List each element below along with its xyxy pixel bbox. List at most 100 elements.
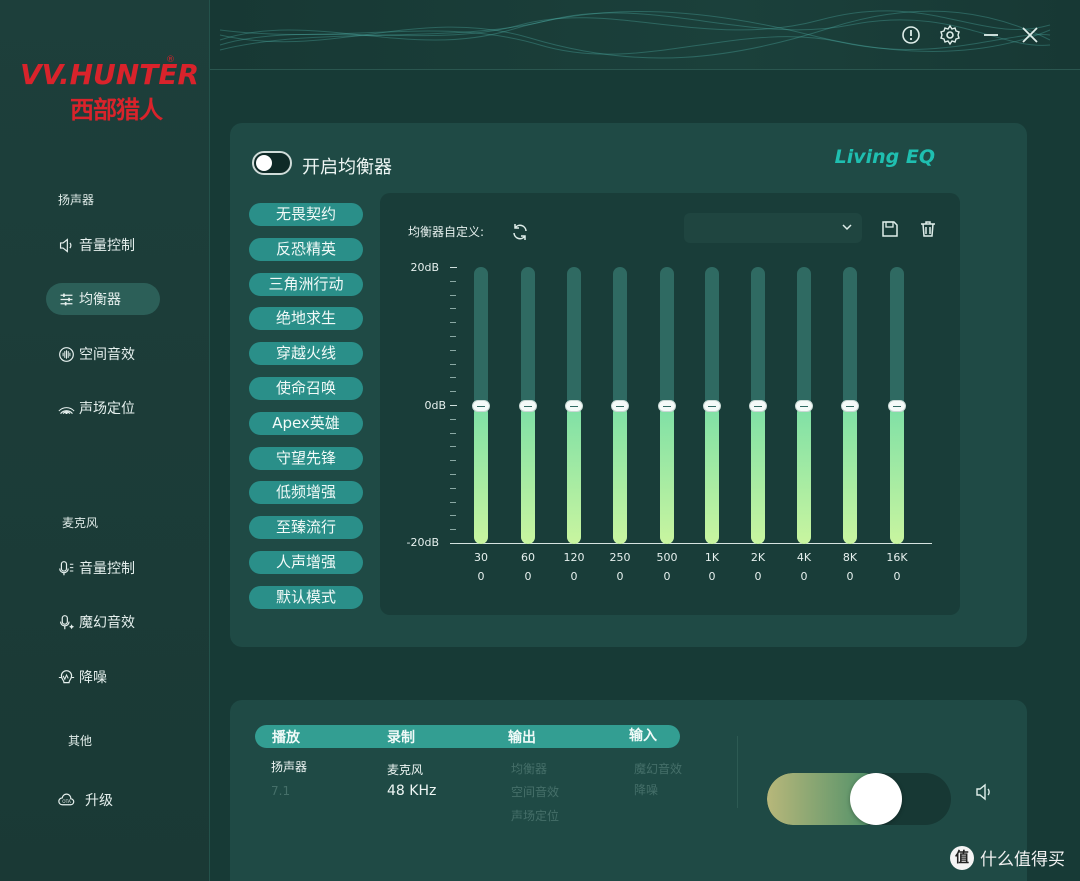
eq-band-knob[interactable] (703, 399, 721, 412)
preset-button[interactable]: 绝地求生 (249, 307, 363, 331)
sidebar: VV.HUNTER ® 西部猎人 扬声器 音量控制 均衡器 空间音效 声场定位 … (0, 0, 210, 881)
db-major-tick (450, 543, 457, 544)
eq-band-fill (843, 405, 857, 544)
eq-band-fill (797, 405, 811, 544)
eq-band-slider[interactable] (519, 267, 537, 544)
eq-band-frequency: 8K (842, 551, 858, 564)
title-bar (210, 0, 1080, 70)
minimize-icon[interactable] (980, 24, 1002, 46)
db-max-label: 20dB (410, 261, 439, 274)
close-icon[interactable] (1019, 24, 1041, 46)
db-minor-tick (450, 460, 456, 462)
equalizer-enable-toggle[interactable] (252, 151, 292, 175)
sidebar-item-label: 升级 (85, 793, 113, 809)
custom-preset-select[interactable] (684, 213, 862, 243)
trash-icon[interactable] (918, 219, 938, 239)
sidebar-item-upgrade[interactable]: OTA 升级 (46, 784, 160, 816)
eq-band-slider[interactable] (611, 267, 629, 544)
eq-band-knob[interactable] (888, 399, 906, 412)
eq-band-slider[interactable] (888, 267, 906, 544)
volume-knob[interactable] (849, 773, 902, 825)
db-minor-tick (450, 363, 456, 365)
eq-band-knob[interactable] (519, 399, 537, 412)
preset-button[interactable]: 低频增强 (249, 481, 363, 505)
preset-button[interactable]: 三角洲行动 (249, 272, 363, 296)
eq-band-fill (521, 405, 535, 544)
eq-band-slider[interactable] (658, 267, 676, 544)
sidebar-item-sound-field[interactable]: 声场定位 (46, 392, 160, 424)
preset-button[interactable]: 穿越火线 (249, 342, 363, 366)
preset-button[interactable]: Apex英雄 (249, 411, 363, 435)
preset-button[interactable]: 守望先锋 (249, 446, 363, 470)
eq-band-slider[interactable] (841, 267, 859, 544)
spatial-audio-icon (59, 346, 74, 362)
db-minor-tick (450, 487, 456, 489)
cloud-upgrade-icon: OTA (58, 793, 75, 805)
eq-band-slider[interactable] (565, 267, 583, 544)
status-tabs: 播放 录制 输出 输入 (255, 725, 680, 748)
sidebar-item-label: 音量控制 (79, 238, 135, 254)
eq-band-gain: 0 (477, 570, 485, 583)
eq-band-slider[interactable] (749, 267, 767, 544)
eq-band-slider[interactable] (472, 267, 490, 544)
eq-band-knob[interactable] (658, 399, 676, 412)
db-minor-tick (450, 501, 456, 503)
eq-band-slider[interactable] (703, 267, 721, 544)
eq-band-frequency: 30 (474, 551, 488, 564)
eq-band-fill (660, 405, 674, 544)
chevron-down-icon (842, 224, 852, 231)
status-panel: 播放 录制 输出 输入 扬声器 7.1 麦克风 48 KHz 均衡器 空间音效 … (230, 700, 1027, 881)
sidebar-item-speaker-volume[interactable]: 音量控制 (46, 229, 160, 261)
db-mid-label: 0dB (424, 399, 446, 412)
input-item: 降噪 (634, 783, 659, 797)
speaker-section-label: 扬声器 (58, 193, 95, 207)
mic-volume-icon (59, 560, 74, 575)
tab-playback[interactable]: 播放 (272, 727, 300, 747)
divider (737, 736, 738, 808)
settings-icon[interactable] (939, 24, 961, 46)
tab-record[interactable]: 录制 (387, 727, 415, 747)
tab-output[interactable]: 输出 (508, 727, 536, 747)
eq-band-knob[interactable] (841, 399, 859, 412)
eq-band-knob[interactable] (795, 399, 813, 412)
tab-input[interactable]: 输入 (629, 725, 657, 745)
eq-band-knob[interactable] (611, 399, 629, 412)
db-minor-tick (450, 446, 456, 448)
sidebar-item-spatial-audio[interactable]: 空间音效 (46, 338, 160, 370)
db-major-tick (450, 405, 457, 406)
eq-band-knob[interactable] (565, 399, 583, 412)
eq-band-fill (613, 405, 627, 544)
preset-button[interactable]: 反恐精英 (249, 237, 363, 261)
info-icon[interactable] (900, 24, 922, 46)
db-minor-tick (450, 308, 456, 310)
volume-slider[interactable] (767, 773, 951, 825)
playback-channels: 7.1 (271, 784, 291, 798)
speaker-icon[interactable] (974, 782, 994, 802)
sidebar-item-noise-reduction[interactable]: 降噪 (46, 661, 160, 693)
eq-band-slider[interactable] (795, 267, 813, 544)
preset-button[interactable]: 至臻流行 (249, 516, 363, 540)
sidebar-item-mic-volume[interactable]: 音量控制 (46, 552, 160, 584)
preset-button[interactable]: 无畏契约 (249, 203, 363, 226)
mic-section-label: 麦克风 (62, 516, 99, 530)
sidebar-item-magic-voice[interactable]: 魔幻音效 (46, 606, 160, 638)
eq-band-gain: 0 (663, 570, 671, 583)
watermark-logo: 值 (950, 845, 974, 870)
refresh-icon[interactable] (510, 222, 530, 242)
preset-button[interactable]: 人声增强 (249, 550, 363, 574)
db-minor-tick (450, 474, 456, 475)
eq-band-knob[interactable] (472, 399, 490, 412)
watermark: 值 什么值得买 (950, 845, 1065, 870)
eq-band-knob[interactable] (749, 399, 767, 412)
sidebar-item-equalizer[interactable]: 均衡器 (46, 283, 160, 315)
equalizer-panel: 开启均衡器 Living EQ 无畏契约 反恐精英 三角洲行动 绝地求生 穿越火线 使命召… (230, 123, 1027, 647)
db-minor-tick (450, 322, 456, 324)
preset-button[interactable]: 默认模式 (249, 585, 363, 609)
noise-reduction-icon (58, 669, 75, 683)
preset-button[interactable]: 使命召唤 (249, 376, 363, 400)
sidebar-item-label: 声场定位 (79, 401, 135, 417)
sidebar-item-label: 魔幻音效 (79, 615, 135, 631)
save-icon[interactable] (880, 219, 900, 239)
eq-band-frequency: 4K (796, 551, 812, 564)
eq-band-gain: 0 (570, 570, 578, 583)
